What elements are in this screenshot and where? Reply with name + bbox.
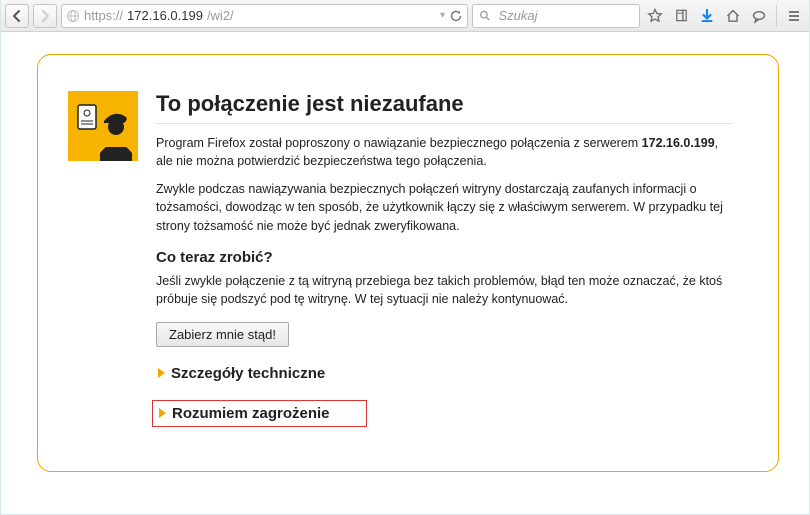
technical-details-label: Szczegóły techniczne <box>171 365 325 382</box>
search-icon <box>479 9 490 22</box>
warning-paragraph-1: Program Firefox został poproszony o nawi… <box>156 134 732 170</box>
warning-officer-icon <box>68 91 138 161</box>
page-title: To połączenie jest niezaufane <box>156 91 732 124</box>
warning-host: 172.16.0.199 <box>642 136 715 150</box>
back-button[interactable] <box>5 4 29 28</box>
chat-icon[interactable] <box>748 5 770 27</box>
understand-risk-expander[interactable]: Rozumiem zagrożenie <box>152 400 367 427</box>
browser-toolbar: https:// 172.16.0.199/wi2/ ▾ <box>1 0 809 32</box>
get-me-out-button[interactable]: Zabierz mnie stąd! <box>156 322 289 347</box>
library-icon[interactable] <box>670 5 692 27</box>
toolbar-separator <box>776 5 777 27</box>
home-icon[interactable] <box>722 5 744 27</box>
url-bar[interactable]: https:// 172.16.0.199/wi2/ ▾ <box>61 4 468 28</box>
warning-text-column: To połączenie jest niezaufane Program Fi… <box>156 91 732 427</box>
downloads-icon[interactable] <box>696 5 718 27</box>
search-input[interactable] <box>496 7 633 24</box>
menu-icon[interactable] <box>783 5 805 27</box>
chevron-right-icon <box>158 368 165 378</box>
url-path: /wi2/ <box>207 8 436 23</box>
warning-paragraph-3: Jeśli zwykle połączenie z tą witryną prz… <box>156 272 732 308</box>
page-viewport: To połączenie jest niezaufane Program Fi… <box>1 32 809 492</box>
dropdown-history-icon[interactable]: ▾ <box>440 10 445 21</box>
reload-button[interactable] <box>449 9 463 23</box>
what-to-do-heading: Co teraz zrobić? <box>156 249 732 266</box>
understand-risk-label: Rozumiem zagrożenie <box>172 405 330 422</box>
forward-button[interactable] <box>33 4 57 28</box>
bookmark-star-icon[interactable] <box>644 5 666 27</box>
url-protocol: https:// <box>84 8 123 23</box>
chevron-right-icon <box>159 408 166 418</box>
search-bar[interactable] <box>472 4 640 28</box>
url-host: 172.16.0.199 <box>127 8 203 23</box>
globe-icon <box>66 9 80 23</box>
warning-paragraph-2: Zwykle podczas nawiązywania bezpiecznych… <box>156 180 732 234</box>
technical-details-expander[interactable]: Szczegóły techniczne <box>156 361 732 386</box>
warning-panel: To połączenie jest niezaufane Program Fi… <box>37 54 779 472</box>
